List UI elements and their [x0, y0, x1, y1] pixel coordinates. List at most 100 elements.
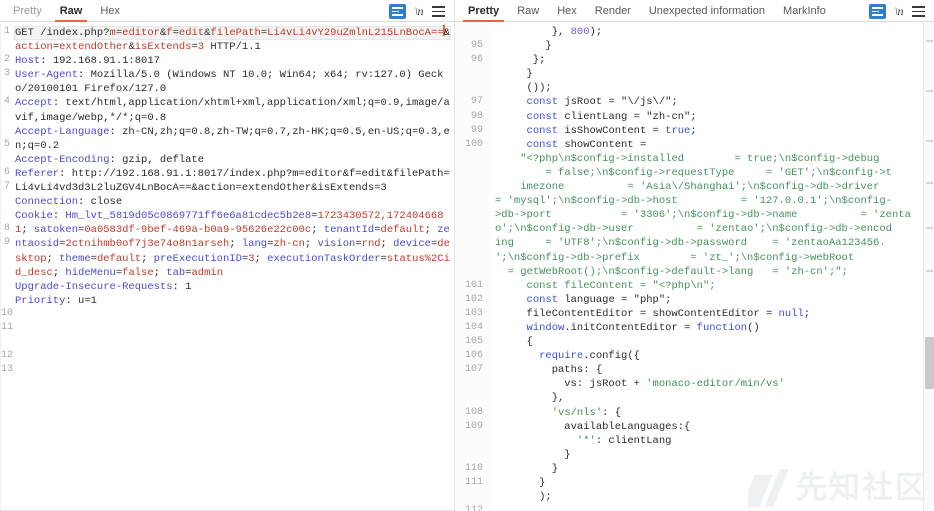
- line-number: 106: [464, 350, 483, 362]
- line-number: 96: [470, 54, 483, 66]
- line-number: [1, 81, 10, 95]
- tab-response-unexpected-information[interactable]: Unexpected information: [640, 5, 774, 21]
- line-number: 111: [464, 477, 483, 488]
- code-line: ';\n$config->db->prefix = 'zt_';\n$confi…: [495, 251, 855, 264]
- line-number: 110: [464, 462, 483, 474]
- code-line: window.initContentEditor = function(): [526, 321, 760, 334]
- line-number: 100: [464, 138, 483, 150]
- line-number: [1, 208, 10, 222]
- code-line: ing = 'UTF8';\n$config->db->password = '…: [495, 237, 886, 250]
- line-number: 6: [3, 166, 10, 178]
- code-line: = false;\n$config->requestType = 'GET';\…: [545, 166, 892, 179]
- line-number: [1, 265, 10, 279]
- line-number: 1: [3, 26, 10, 37]
- tab-response-pretty[interactable]: Pretty: [459, 5, 508, 22]
- tab-request-pretty[interactable]: Pretty: [4, 5, 51, 21]
- tab-response-render[interactable]: Render: [586, 5, 640, 21]
- code-line: const jsRoot = "\/js\/";: [526, 96, 678, 109]
- request-editor[interactable]: 1 2 3 4 5 6 7 8 9 10 11 12 13 GET /index.php?m=edito…: [0, 22, 454, 511]
- line-number: 99: [470, 124, 483, 136]
- line-number: 107: [464, 364, 483, 376]
- line-number: 109: [464, 420, 483, 432]
- code-line: );: [495, 491, 552, 504]
- line-number: 10: [1, 307, 14, 319]
- code-line: paths: {: [495, 364, 603, 377]
- line-number: 97: [470, 96, 483, 108]
- response-pane: Pretty Raw Hex Render Unexpected informa…: [455, 0, 934, 511]
- line-number: 103: [464, 307, 483, 319]
- line-number: 8: [3, 223, 10, 235]
- line-number: 104: [464, 321, 483, 333]
- line-number: 13: [1, 364, 14, 376]
- code-line: }: [495, 40, 552, 53]
- line-number: 4: [3, 96, 10, 108]
- code-line: fileContentEditor = showContentEditor = …: [495, 307, 811, 320]
- code-line: availableLanguages:{: [495, 420, 691, 433]
- line-number: 105: [464, 336, 483, 348]
- code-line: >db->port = '3306';\n$config->db->name =…: [495, 209, 911, 222]
- line-number: 7: [3, 181, 10, 193]
- response-line-numbers: 95 96 97 98 99 100 101 102 103 104 105 106 107 108 109…: [455, 22, 489, 511]
- line-number: [455, 448, 483, 462]
- newline-icon[interactable]: \n: [895, 4, 904, 19]
- code-line: imezone = 'Asia\/Shanghai';\n$config->db…: [520, 181, 880, 194]
- code-line: '*': clientLang: [576, 434, 672, 447]
- code-line: const fileContent = "<?php\n";: [526, 279, 716, 292]
- line-number: 112: [464, 505, 483, 511]
- tab-request-hex[interactable]: Hex: [91, 5, 129, 21]
- request-line-numbers: 1 2 3 4 5 6 7 8 9 10 11 12 13: [1, 22, 14, 510]
- tab-response-hex[interactable]: Hex: [548, 5, 586, 21]
- line-number: 5: [3, 138, 10, 150]
- code-line: }: [495, 68, 533, 81]
- line-number: 102: [464, 293, 483, 305]
- line-number: 101: [464, 279, 483, 291]
- line-number: 9: [3, 237, 10, 249]
- line-number: 2: [3, 54, 10, 66]
- code-line: o';\n$config->db->user = 'zentao';\n$con…: [495, 223, 892, 236]
- line-number: [455, 251, 483, 265]
- line-number: [1, 152, 10, 166]
- menu-icon[interactable]: [432, 4, 445, 19]
- line-number: [455, 391, 483, 405]
- line-number: [455, 265, 483, 279]
- scrollbar-thumb[interactable]: [925, 337, 934, 389]
- line-number: [1, 251, 10, 265]
- line-number: [455, 208, 483, 222]
- code-line: }: [495, 477, 546, 489]
- code-line: vs: jsRoot + 'monaco-editor/min/vs': [495, 378, 785, 391]
- response-tabbar: Pretty Raw Hex Render Unexpected informa…: [455, 0, 934, 22]
- code-line: }: [495, 462, 559, 475]
- line-number: [455, 434, 483, 448]
- line-number: [455, 81, 483, 95]
- line-number: [455, 194, 483, 208]
- request-raw-text[interactable]: GET /index.php?m=editor&f=edit&filePath=…: [11, 22, 454, 510]
- line-number: [1, 194, 10, 208]
- code-line: require.config({: [539, 350, 640, 363]
- line-number: 3: [3, 68, 10, 80]
- response-scrollbar[interactable]: [923, 22, 934, 511]
- tab-request-raw[interactable]: Raw: [51, 5, 92, 22]
- line-number: [1, 293, 10, 307]
- line-number: 12: [1, 350, 14, 362]
- code-line: const clientLang = "zh-cn";: [526, 110, 697, 123]
- tab-response-markinfo[interactable]: MarkInfo: [774, 5, 835, 21]
- newline-icon[interactable]: \n: [415, 4, 424, 19]
- format-document-icon[interactable]: [388, 4, 406, 19]
- tab-response-raw[interactable]: Raw: [508, 5, 548, 21]
- code-line: const showContent =: [526, 138, 647, 151]
- code-line: = 'mysql';\n$config->db->host = '127.0.0…: [495, 195, 892, 208]
- line-number: [1, 124, 10, 138]
- response-editor[interactable]: 95 96 97 98 99 100 101 102 103 104 105 106 107 108 109…: [455, 22, 934, 511]
- line-number: 108: [464, 406, 483, 418]
- format-document-icon[interactable]: [868, 4, 886, 19]
- code-line: = getWebRoot();\n$config->default->lang …: [507, 265, 848, 278]
- line-number: [455, 236, 483, 250]
- code-line: const language = "php";: [526, 293, 672, 306]
- line-number: [1, 279, 10, 293]
- code-line: {: [495, 336, 533, 349]
- menu-icon[interactable]: [912, 4, 925, 19]
- code-line: ());: [495, 82, 552, 95]
- line-number: [455, 490, 483, 504]
- line-number: [455, 67, 483, 81]
- response-pretty-text[interactable]: }, 800); } }; } ()); const jsRoot = "\/j…: [489, 22, 934, 511]
